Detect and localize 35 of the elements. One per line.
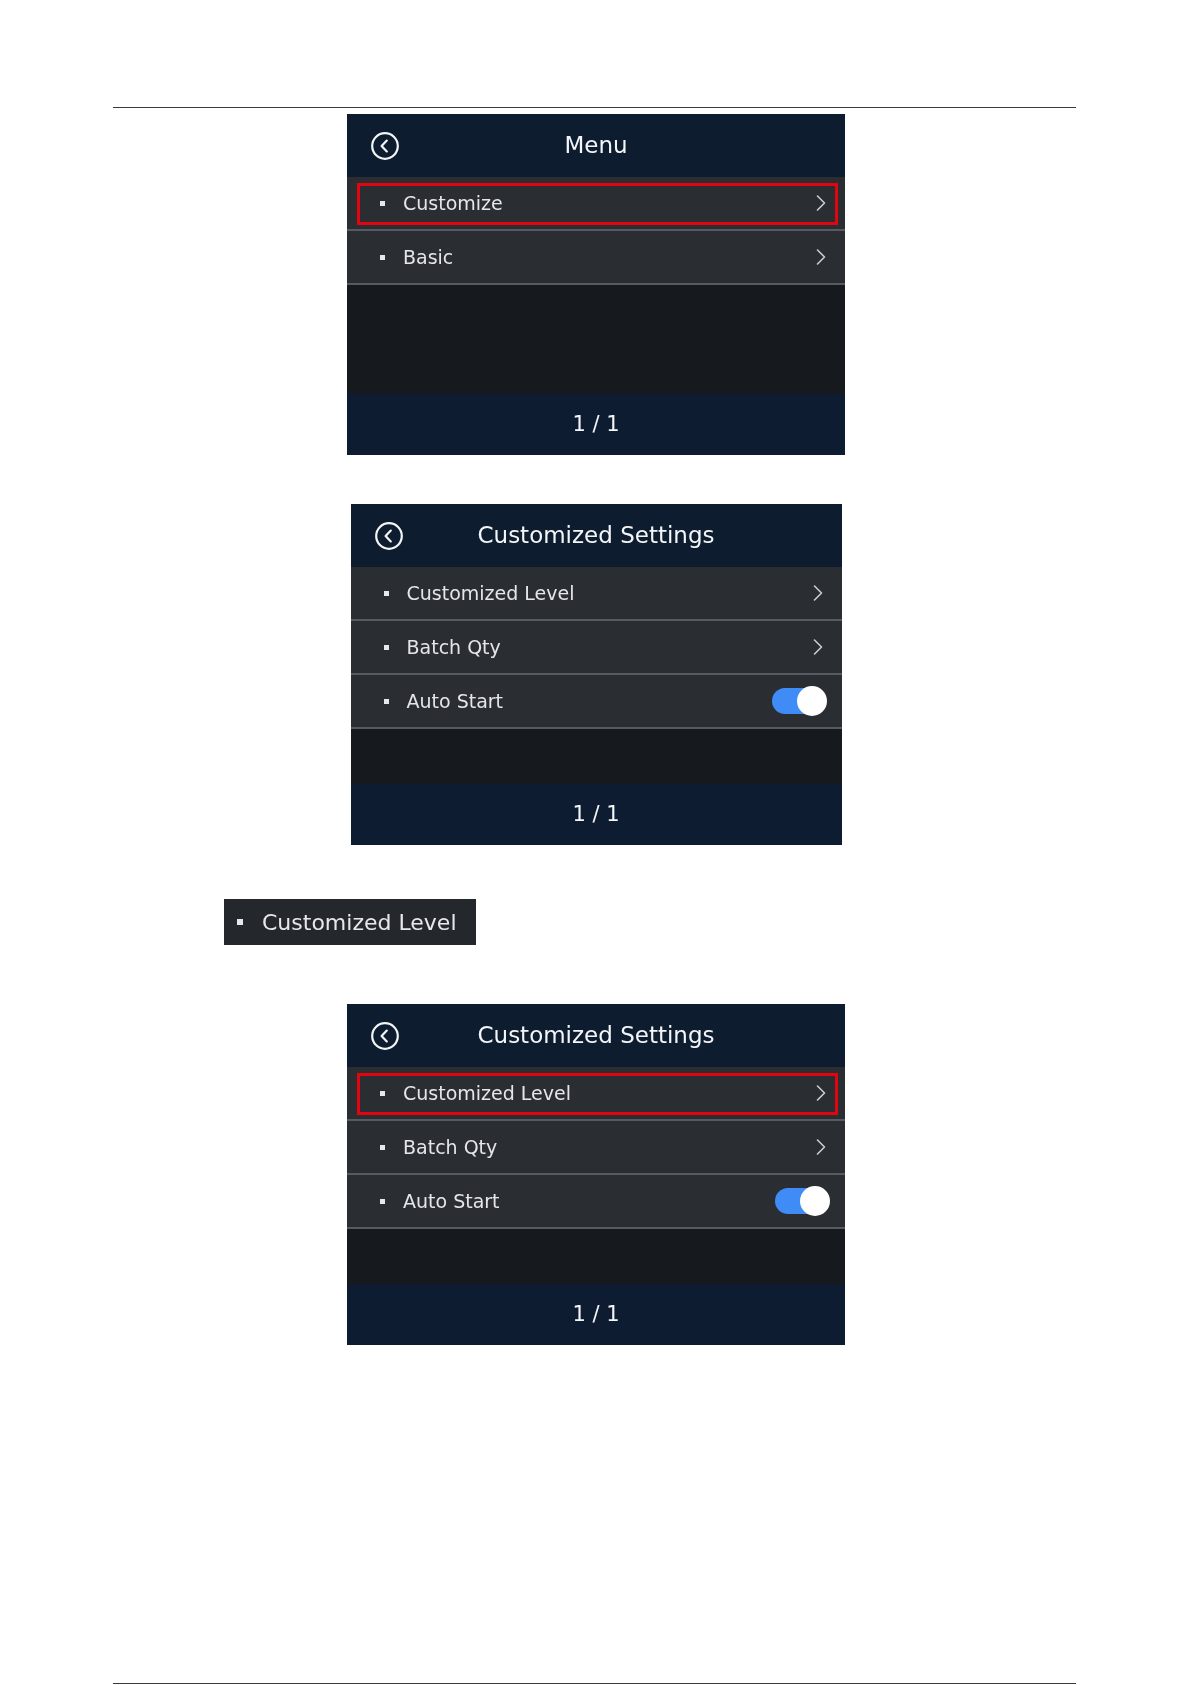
bullet-icon (380, 200, 385, 206)
menu-item[interactable]: Basic (347, 231, 845, 285)
bullet-icon (380, 1090, 385, 1096)
page-indicator: 1 / 1 (572, 1300, 620, 1328)
bullet-icon (380, 1144, 385, 1150)
item-label: Auto Start (406, 688, 504, 714)
bullet-icon (383, 698, 389, 704)
bullet-icon (237, 919, 243, 925)
menu-item[interactable]: Customize (347, 177, 845, 231)
page-indicator: 1 / 1 (572, 800, 620, 828)
item-label: Customized Level (262, 908, 457, 937)
back-icon[interactable] (371, 1021, 399, 1050)
bullet-icon (380, 254, 385, 260)
bullet-icon (383, 590, 389, 596)
back-icon[interactable] (371, 131, 399, 160)
chevron-icon (816, 195, 826, 211)
chevron-icon (816, 1085, 826, 1101)
screen-title: Menu (564, 131, 628, 161)
bullet-icon (383, 644, 389, 650)
toggle-switch[interactable] (771, 686, 827, 716)
chevron-icon (812, 585, 823, 601)
chevron-icon (816, 1139, 826, 1155)
screen-title: Customized Settings (477, 521, 715, 551)
chevron-icon (812, 639, 823, 655)
page-indicator: 1 / 1 (572, 410, 620, 438)
toggle-switch[interactable] (775, 1186, 830, 1216)
chevron-icon (816, 249, 826, 265)
menu-item[interactable]: Customized Level (350, 567, 842, 621)
screen-title: Customized Settings (477, 1021, 715, 1051)
item-label: Auto Start (403, 1188, 500, 1214)
menu-item[interactable]: Customized Level (347, 1067, 845, 1121)
menu-item[interactable]: Batch Qty (350, 621, 842, 675)
bullet-icon (380, 1198, 385, 1204)
menu-item[interactable]: Batch Qty (347, 1121, 845, 1175)
back-icon[interactable] (374, 521, 403, 550)
